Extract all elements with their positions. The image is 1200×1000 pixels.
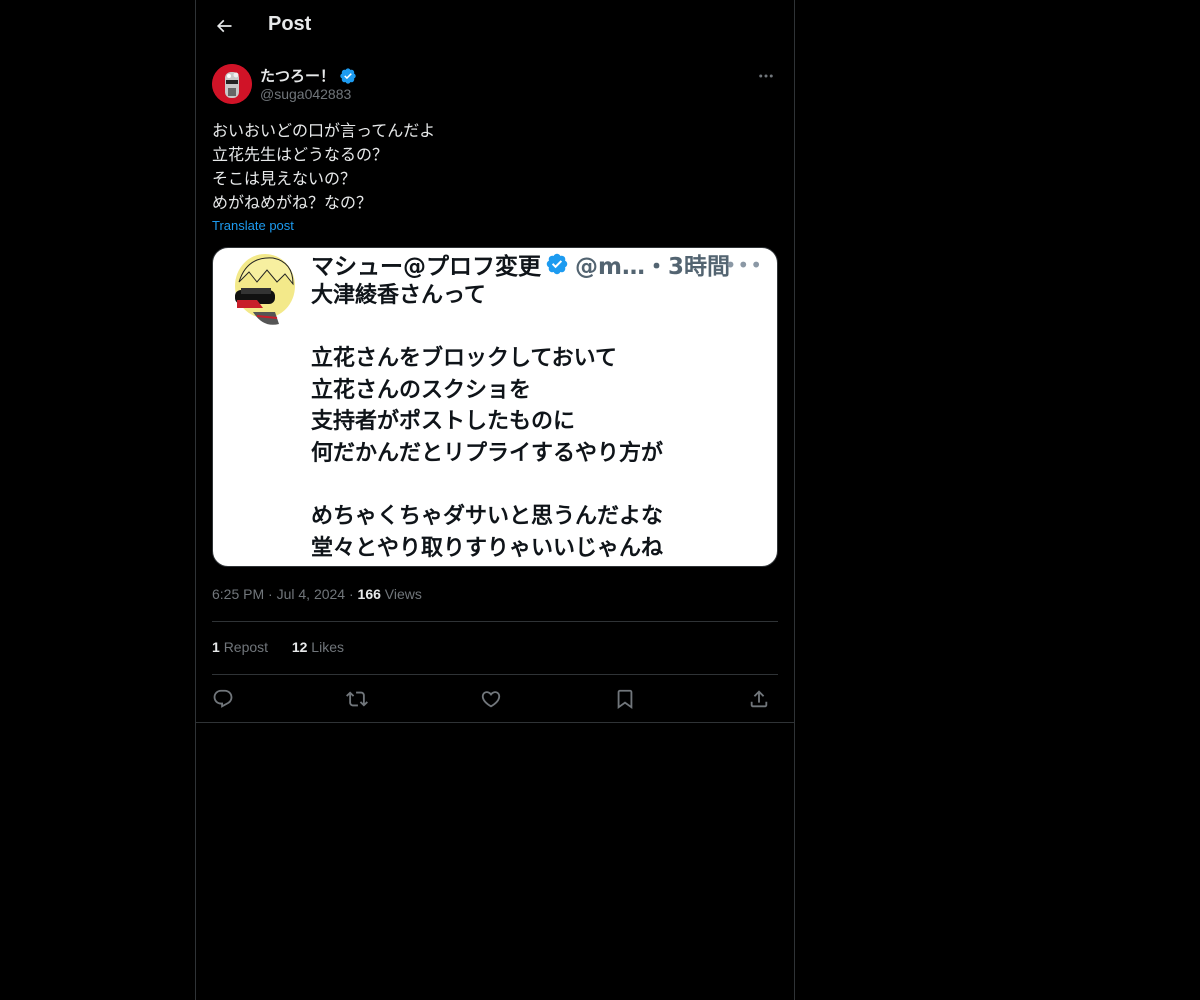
translate-post-link[interactable]: Translate post <box>212 218 294 233</box>
avatar-image <box>212 64 252 104</box>
repost-button[interactable] <box>342 684 372 714</box>
post-text-line: 立花先生はどうなるの？ <box>212 145 389 164</box>
verified-badge-icon <box>340 67 356 84</box>
media-text-line: 堂々とやり取りすりゃいいじゃんね <box>311 535 664 561</box>
bookmark-icon <box>617 689 633 710</box>
meta-separator: · <box>268 586 277 602</box>
post-metadata: 6:25 PM · Jul 4, 2024 · 166 Views <box>212 586 422 602</box>
author-display-name[interactable]: たつろー！ <box>260 65 357 86</box>
more-horizontal-icon <box>759 74 773 78</box>
post-date[interactable]: Jul 4, 2024 <box>277 586 346 602</box>
media-text-line: 立花さんのスクショを <box>311 377 532 403</box>
engagement-stats: 1 Repost 12 Likes <box>212 639 344 655</box>
post-text-line: そこは見えないの？ <box>212 169 357 188</box>
divider <box>196 722 794 723</box>
reposts-stat[interactable]: 1 Repost <box>212 639 272 655</box>
reply-icon <box>213 689 233 708</box>
media-text-line <box>311 470 663 502</box>
bookmark-button[interactable] <box>610 684 640 714</box>
media-quoted-name: マシュー@プロフ変更 <box>311 254 541 280</box>
divider <box>212 674 778 675</box>
post-text: おいおいどの口が言ってんだよ 立花先生はどうなるの？ そこは見えないの？ めがね… <box>212 119 778 215</box>
media-quoted-handle-time: @m…・3時間 <box>575 254 730 280</box>
media-text-line: 大津綾香さんって <box>311 283 486 308</box>
heart-icon <box>481 691 501 708</box>
media-text-line: 何だかんだとリプライするやり方が <box>311 440 664 466</box>
reposts-count: 1 <box>212 639 220 655</box>
share-button[interactable] <box>744 684 774 714</box>
media-avatar <box>227 252 299 328</box>
media-quoted-text: 大津綾香さんって 立花さんをブロックしておいて 立花さんのスクショを 支持者がポ… <box>311 280 663 564</box>
media-text-line <box>311 312 663 344</box>
media-text-line: 支持者がポストしたものに <box>311 409 576 435</box>
verified-badge-icon <box>546 253 568 275</box>
post-text-line: めがねめがね？なの？ <box>212 193 373 212</box>
post-time[interactable]: 6:25 PM <box>212 586 264 602</box>
post-author: たつろー！ @suga042883 <box>212 64 778 108</box>
views-count: 166 <box>357 586 381 602</box>
action-bar <box>212 682 778 716</box>
avatar[interactable] <box>212 64 252 104</box>
repost-icon <box>346 691 368 707</box>
reply-button[interactable] <box>208 684 238 714</box>
author-name-text: たつろー！ <box>260 67 336 85</box>
likes-label: Likes <box>311 639 344 655</box>
back-button[interactable] <box>208 10 240 42</box>
page-header: Post <box>196 0 794 54</box>
media-text-line: 立花さんをブロックしておいて <box>311 346 618 372</box>
arrow-left-icon <box>216 19 232 33</box>
page-title: Post <box>268 13 312 35</box>
more-options-button[interactable] <box>754 64 778 88</box>
like-button[interactable] <box>476 684 506 714</box>
post-media-image[interactable]: マシュー@プロフ変更 @m…・3時間 ••• 大津綾香さんって 立花さんをブロッ… <box>212 247 778 567</box>
post-text-line: おいおいどの口が言ってんだよ <box>212 121 436 140</box>
share-icon <box>750 690 768 708</box>
divider <box>212 621 778 622</box>
post-detail-column: Post たつろー！ @suga042883 おいおいどの口が言ってんだよ 立花… <box>195 0 795 1000</box>
views-label: Views <box>384 586 422 602</box>
media-text-line: めちゃくちゃダサいと思うんだよな <box>311 504 664 530</box>
likes-count: 12 <box>291 639 308 655</box>
likes-stat[interactable]: 12 Likes <box>292 639 344 655</box>
reposts-label: Repost <box>223 639 269 655</box>
media-more-icon: ••• <box>724 253 763 277</box>
media-quoted-header: マシュー@プロフ変更 @m…・3時間 <box>311 248 730 280</box>
meta-separator: · <box>348 586 358 602</box>
author-handle[interactable]: @suga042883 <box>260 86 351 102</box>
